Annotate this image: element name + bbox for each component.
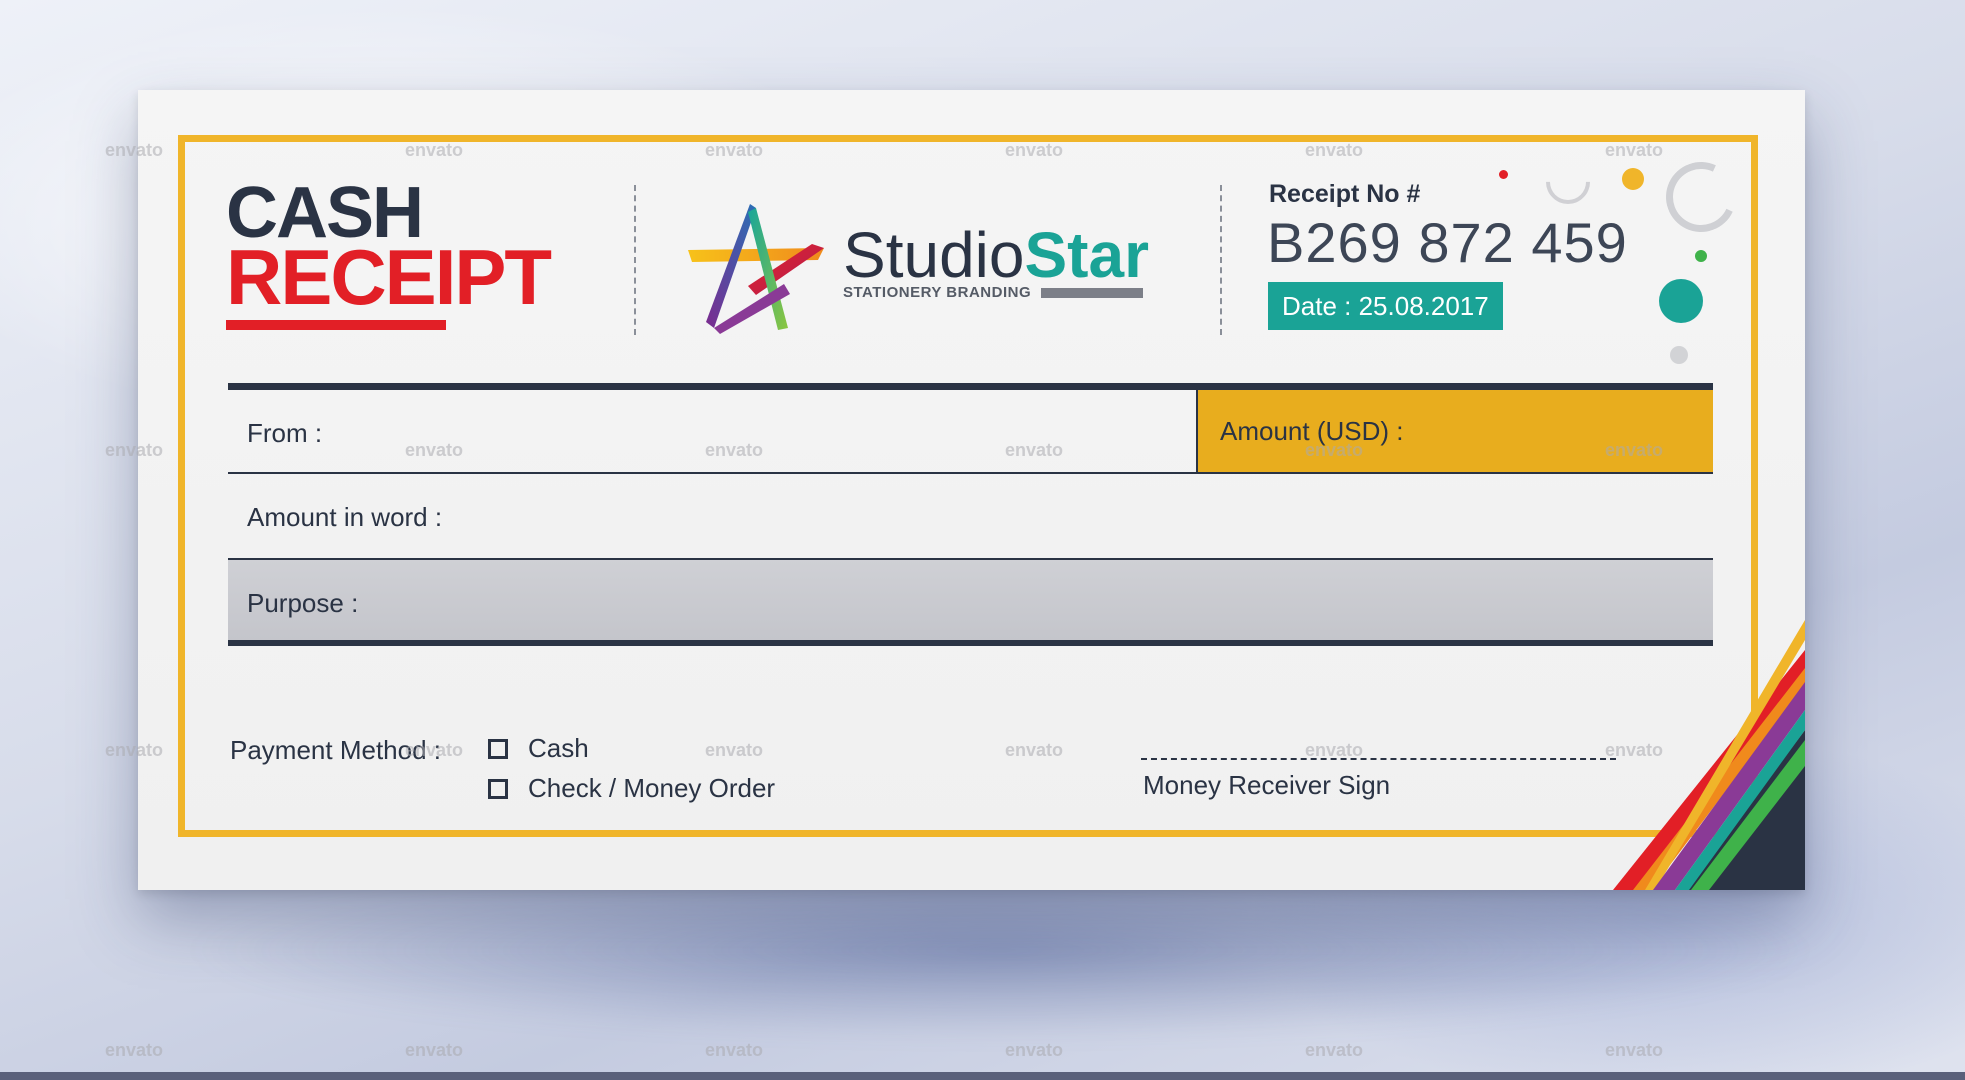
watermark: envato [1605, 740, 1664, 760]
header-divider-left [634, 185, 636, 335]
watermark: envato [405, 140, 464, 160]
watermark: envato [705, 440, 764, 460]
watermark: envato [405, 1040, 464, 1060]
bottom-strip [0, 1072, 1965, 1080]
watermark: envato [1005, 1040, 1064, 1060]
purpose-row[interactable]: Purpose : [228, 560, 1713, 646]
watermark: envato [105, 740, 164, 760]
amount-in-word-label: Amount in word : [247, 502, 443, 532]
watermark: envato [1305, 1040, 1364, 1060]
brand-name: StudioStar [843, 222, 1149, 288]
amount-in-word-row[interactable]: Amount in word : [228, 474, 1713, 560]
form-top-rule [228, 383, 1713, 390]
receipt-card: CASH RECEIPT StudioStar STATIONERY BRAND… [138, 90, 1805, 890]
watermark: envato [1305, 740, 1364, 760]
brand-tagline: STATIONERY BRANDING [843, 284, 1032, 301]
decor-dot-red [1499, 170, 1508, 179]
cash-option-label: Cash [528, 733, 589, 763]
watermark: envato [705, 1040, 764, 1060]
brand-tagline-bar [1041, 287, 1144, 298]
payment-option-check[interactable]: Check / Money Order [488, 773, 775, 804]
watermark: envato [705, 740, 764, 760]
watermark: envato [1005, 740, 1064, 760]
receipt-title: CASH RECEIPT [226, 177, 552, 321]
signature-line[interactable] [1141, 758, 1616, 760]
brand-name-studio: Studio [843, 219, 1025, 291]
watermark: envato [1005, 440, 1064, 460]
decor-dot-yellow [1622, 168, 1644, 190]
watermark: envato [1305, 440, 1364, 460]
watermark: envato [405, 740, 464, 760]
receipt-number: B269 872 459 [1267, 211, 1628, 274]
decor-dot-green [1695, 250, 1707, 262]
from-label: From : [247, 418, 323, 448]
purpose-label: Purpose : [247, 588, 359, 618]
watermark: envato [105, 140, 164, 160]
watermark: envato [1305, 140, 1364, 160]
title-receipt: RECEIPT [226, 233, 552, 321]
header-divider-right [1220, 185, 1222, 335]
date-badge: Date : 25.08.2017 [1268, 282, 1503, 330]
brand-name-star: Star [1024, 219, 1149, 291]
watermark: envato [1605, 1040, 1664, 1060]
brand-tagline-row: STATIONERY BRANDING [843, 284, 1149, 301]
cash-checkbox[interactable] [488, 738, 508, 759]
watermark: envato [105, 440, 164, 460]
watermark: envato [105, 1040, 164, 1060]
watermark: envato [1605, 440, 1664, 460]
from-row: From : Amount (USD) : [228, 390, 1713, 474]
watermark: envato [1605, 140, 1664, 160]
studiostar-logo-icon [688, 204, 824, 334]
signature-label: Money Receiver Sign [1143, 770, 1391, 800]
brand-block: StudioStar STATIONERY BRANDING [843, 222, 1149, 301]
watermark: envato [405, 440, 464, 460]
receipt-number-label: Receipt No # [1269, 180, 1421, 208]
decor-dot-teal [1659, 279, 1703, 323]
check-option-label: Check / Money Order [528, 773, 776, 803]
check-checkbox[interactable] [488, 778, 508, 799]
payment-option-cash[interactable]: Cash [488, 733, 589, 764]
watermark: envato [705, 140, 764, 160]
decor-dot-gray [1670, 346, 1688, 364]
watermark: envato [1005, 140, 1064, 160]
title-underline [226, 320, 446, 330]
